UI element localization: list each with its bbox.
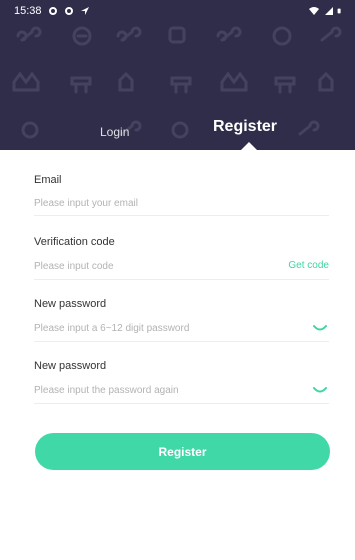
- auth-tabs: Login Register: [0, 110, 355, 150]
- register-screen: 15:38 Login Register Email Please input …: [0, 0, 355, 560]
- header-banner: 15:38 Login Register: [0, 0, 355, 150]
- confirm-password-input[interactable]: [34, 381, 274, 399]
- eye-closed-icon[interactable]: [313, 324, 327, 332]
- confirm-password-field-group: New password: [34, 342, 329, 404]
- settings-icon: [48, 7, 57, 15]
- status-time: 15:38: [14, 5, 42, 17]
- verification-code-field-group: Verification code Get code: [34, 216, 329, 280]
- register-form: Email Verification code Get code New pas…: [0, 150, 355, 404]
- signal-icon: [325, 7, 333, 15]
- tab-register[interactable]: Register: [213, 118, 277, 136]
- get-code-button[interactable]: Get code: [288, 260, 329, 271]
- register-button[interactable]: Register: [35, 433, 330, 470]
- settings-icon: [64, 7, 73, 15]
- new-password-label: New password: [34, 298, 107, 310]
- eye-closed-icon[interactable]: [313, 386, 327, 394]
- status-bar: 15:38: [0, 0, 355, 22]
- confirm-password-label: New password: [34, 360, 107, 372]
- new-password-field-group: New password: [34, 280, 329, 342]
- new-password-input[interactable]: [34, 319, 274, 337]
- email-input[interactable]: [34, 194, 274, 212]
- navigation-icon: [80, 7, 89, 15]
- email-field-group: Email: [34, 150, 329, 216]
- verification-code-label: Verification code: [34, 236, 115, 248]
- active-tab-indicator: [241, 142, 257, 150]
- verification-code-input[interactable]: [34, 257, 234, 275]
- wifi-icon: [309, 7, 319, 15]
- tab-login[interactable]: Login: [100, 125, 129, 139]
- battery-icon: [337, 8, 341, 14]
- email-label: Email: [34, 174, 62, 186]
